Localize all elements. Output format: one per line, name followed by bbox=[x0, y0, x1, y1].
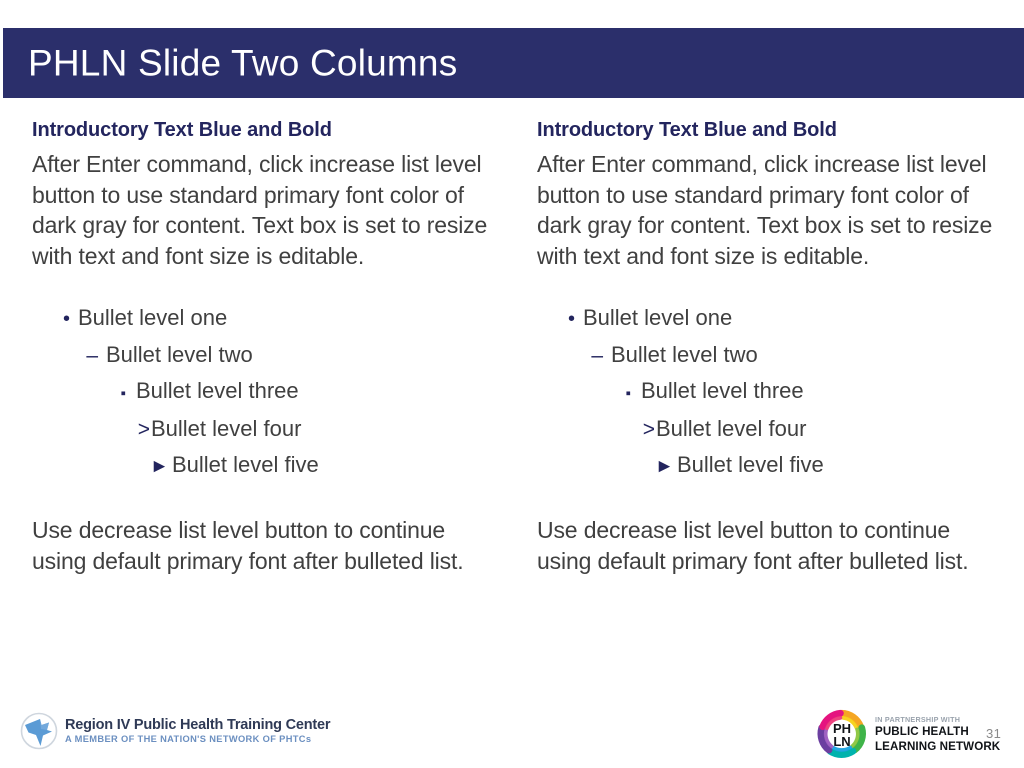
bullet-label: Bullet level two bbox=[106, 342, 253, 367]
bullet-triangle-icon: ► bbox=[655, 456, 674, 477]
bullet-square-icon: ▪ bbox=[625, 385, 631, 402]
phln-logo: PH LN IN PARTNERSHIP WITH PUBLIC HEALTH … bbox=[816, 709, 1000, 759]
bullet-label: Bullet level two bbox=[611, 342, 758, 367]
bullet-triangle-icon: ► bbox=[150, 456, 169, 477]
column-intro-text: After Enter command, click increase list… bbox=[537, 151, 993, 269]
bullet-dash-icon: – bbox=[591, 344, 603, 367]
region-iv-logo-text: Region IV Public Health Training Center … bbox=[65, 717, 331, 744]
bullet-chevron-icon: > bbox=[642, 418, 655, 441]
region-iv-logo: Region IV Public Health Training Center … bbox=[16, 708, 331, 754]
bullet-dot-icon: • bbox=[567, 308, 575, 330]
column-outro-text: Use decrease list level button to contin… bbox=[32, 517, 464, 574]
slide-title-bar: PHLN Slide Two Columns bbox=[3, 28, 1024, 98]
list-item: ▪ Bullet level three bbox=[537, 373, 1005, 411]
slide-body: Introductory Text Blue and Bold After En… bbox=[0, 118, 1024, 678]
bullet-list: • Bullet level one – Bullet level two ▪ Bul… bbox=[537, 300, 1005, 484]
list-item: • Bullet level one bbox=[32, 300, 500, 337]
column-intro-text: After Enter command, click increase list… bbox=[32, 151, 488, 269]
bullet-label: Bullet level five bbox=[677, 452, 824, 477]
page-title: PHLN Slide Two Columns bbox=[28, 42, 458, 84]
list-item: ► Bullet level five bbox=[32, 447, 500, 484]
list-item: • Bullet level one bbox=[537, 300, 1005, 337]
list-item: ► Bullet level five bbox=[537, 447, 1005, 484]
page-number: 31 bbox=[986, 726, 1002, 741]
region-iv-subtitle: A MEMBER OF THE NATION'S NETWORK OF PHTC… bbox=[65, 733, 312, 744]
bullet-label: Bullet level three bbox=[136, 378, 299, 403]
list-item: >Bullet level four bbox=[537, 411, 1005, 447]
bullet-square-icon: ▪ bbox=[120, 385, 126, 402]
list-item: >Bullet level four bbox=[32, 411, 500, 447]
list-item: – Bullet level two bbox=[32, 337, 500, 373]
bullet-label: Bullet level one bbox=[78, 305, 228, 330]
column-heading: Introductory Text Blue and Bold bbox=[537, 119, 837, 141]
bullet-label: Bullet level three bbox=[641, 378, 804, 403]
list-item: – Bullet level two bbox=[537, 337, 1005, 373]
bullet-label: Bullet level one bbox=[583, 305, 733, 330]
bullet-dot-icon: • bbox=[62, 308, 70, 330]
phln-name-line1: PUBLIC HEALTH bbox=[875, 725, 969, 738]
phln-monogram-line2: LN bbox=[833, 734, 850, 749]
region-iv-title: Region IV Public Health Training Center bbox=[65, 717, 331, 734]
phln-pentagon-icon: PH LN bbox=[817, 709, 866, 758]
phln-logo-text: IN PARTNERSHIP WITH PUBLIC HEALTH LEARNI… bbox=[875, 716, 1000, 752]
list-item: ▪ Bullet level three bbox=[32, 373, 500, 411]
bullet-dash-icon: – bbox=[86, 344, 98, 367]
bullet-label: Bullet level five bbox=[172, 452, 319, 477]
region-map-icon bbox=[20, 712, 58, 750]
phln-name-line2: LEARNING NETWORK bbox=[875, 739, 1001, 753]
column-heading: Introductory Text Blue and Bold bbox=[32, 119, 332, 141]
content-column-left: Introductory Text Blue and Bold After En… bbox=[32, 118, 500, 576]
content-column-right: Introductory Text Blue and Bold After En… bbox=[537, 118, 1005, 576]
bullet-list: • Bullet level one – Bullet level two ▪ Bul… bbox=[32, 300, 500, 484]
bullet-label: Bullet level four bbox=[151, 416, 302, 441]
bullet-chevron-icon: > bbox=[137, 418, 150, 441]
phln-partner-label: IN PARTNERSHIP WITH bbox=[875, 714, 961, 724]
bullet-label: Bullet level four bbox=[656, 416, 807, 441]
column-outro-text: Use decrease list level button to contin… bbox=[537, 517, 969, 574]
